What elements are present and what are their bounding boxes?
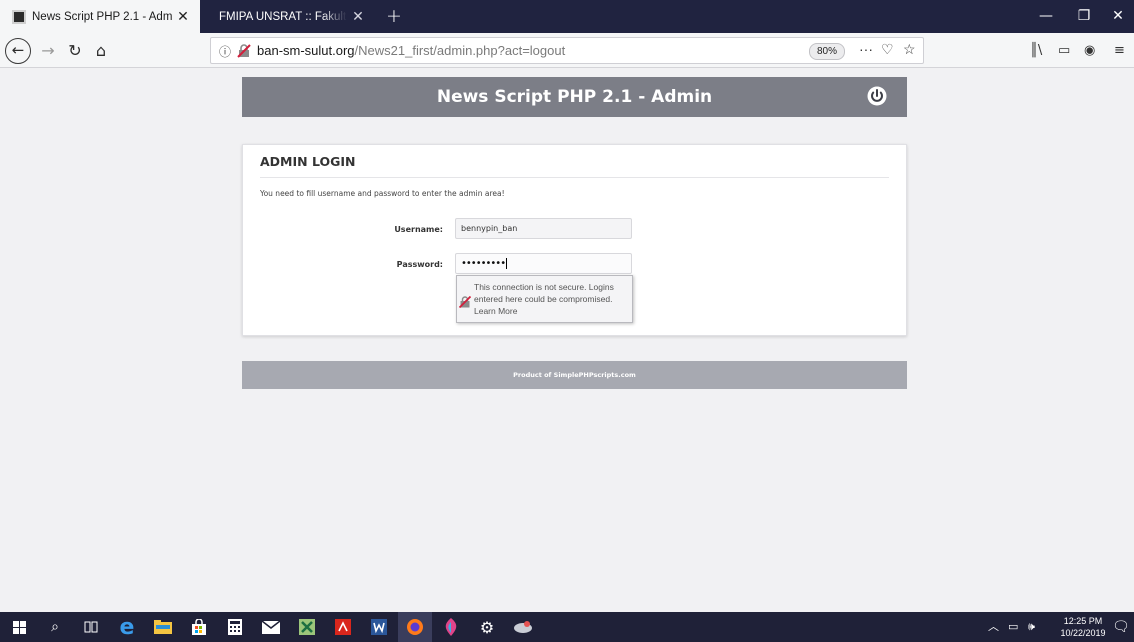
- login-instructions: You need to fill username and password t…: [260, 189, 505, 198]
- tab-title: News Script PHP 2.1 - Admin: [32, 10, 172, 23]
- snipping-tool-icon[interactable]: [506, 612, 540, 642]
- firefox-icon[interactable]: [398, 612, 432, 642]
- search-icon[interactable]: ⌕: [38, 612, 72, 642]
- settings-gear-icon[interactable]: ⚙: [470, 612, 504, 642]
- admin-header-bar: News Script PHP 2.1 - Admin: [242, 77, 907, 117]
- page-info-icon[interactable]: ⓘ: [219, 43, 231, 60]
- forward-button[interactable]: →: [38, 33, 58, 68]
- password-input[interactable]: •••••••••: [455, 253, 632, 274]
- tab-news-script-admin[interactable]: News Script PHP 2.1 - Admin ✕: [0, 0, 200, 33]
- password-label: Password:: [396, 260, 443, 269]
- sidebar-icon[interactable]: ▭: [1058, 33, 1070, 68]
- close-tab-icon[interactable]: ✕: [172, 9, 194, 25]
- footer-credit-link[interactable]: Product of SimplePHPscripts.com: [242, 361, 907, 389]
- close-tab-icon[interactable]: ✕: [347, 9, 369, 25]
- task-view-icon[interactable]: [74, 612, 108, 642]
- edge-browser-icon[interactable]: e: [110, 612, 144, 642]
- paint-3d-icon[interactable]: [434, 612, 468, 642]
- action-center-icon[interactable]: 🗨: [1112, 612, 1130, 642]
- text-caret: [506, 258, 508, 269]
- insecure-lock-icon: [459, 296, 471, 308]
- mail-icon[interactable]: [254, 612, 288, 642]
- reload-button[interactable]: ↻: [64, 33, 86, 68]
- acrobat-reader-icon[interactable]: [326, 612, 360, 642]
- page-content: News Script PHP 2.1 - Admin ADMIN LOGIN …: [0, 69, 1134, 612]
- browser-navigation-bar: ← → ↻ ⌂ ⓘ ban-sm-sulut.org/News21_first/…: [0, 33, 1134, 68]
- url-text[interactable]: ban-sm-sulut.org/News21_first/admin.php?…: [257, 43, 565, 58]
- divider: [260, 177, 889, 178]
- url-bar[interactable]: ⓘ ban-sm-sulut.org/News21_first/admin.ph…: [210, 37, 924, 64]
- clock[interactable]: 12:25 PM 10/22/2019: [1060, 615, 1106, 639]
- username-input[interactable]: bennypin_ban: [455, 218, 632, 239]
- tab-fmipa-unsrat[interactable]: FMIPA UNSRAT :: Fakultas MIPA ✕: [205, 0, 375, 33]
- volume-icon[interactable]: 🕪: [1028, 612, 1035, 642]
- site-favicon-icon: [12, 9, 26, 24]
- word-icon[interactable]: [362, 612, 396, 642]
- insecure-lock-icon[interactable]: [237, 44, 251, 58]
- page-title: News Script PHP 2.1 - Admin: [436, 87, 713, 107]
- account-icon[interactable]: ◉: [1084, 33, 1095, 68]
- store-icon[interactable]: [182, 612, 216, 642]
- tab-title: FMIPA UNSRAT :: Fakultas MIPA: [219, 10, 347, 23]
- login-heading: ADMIN LOGIN: [260, 154, 356, 169]
- pocket-icon[interactable]: ♡: [881, 41, 894, 58]
- page-actions-icon[interactable]: ···: [859, 41, 873, 57]
- library-icon[interactable]: ║\: [1030, 33, 1042, 68]
- clock-time: 12:25 PM: [1063, 616, 1103, 626]
- menu-icon[interactable]: ≡: [1114, 33, 1125, 68]
- new-tab-button[interactable]: +: [386, 0, 402, 33]
- clock-date: 10/22/2019: [1060, 628, 1106, 638]
- back-button[interactable]: ←: [5, 38, 31, 64]
- windows-taskbar: ⌕ e ⚙ ︿ ▭ 🕪 12:25 PM 10/22/2019 🗨: [0, 612, 1134, 642]
- bookmark-star-icon[interactable]: ☆: [903, 41, 916, 58]
- username-label: Username:: [394, 225, 443, 234]
- insecure-warning-text: This connection is not secure. Logins en…: [474, 282, 614, 316]
- windows-start-icon[interactable]: [2, 612, 36, 642]
- file-explorer-icon[interactable]: [146, 612, 180, 642]
- zoom-level-badge[interactable]: 80%: [809, 43, 845, 60]
- excel-icon[interactable]: [290, 612, 324, 642]
- close-window-button[interactable]: ✕: [1096, 0, 1134, 33]
- footer-bar: Product of SimplePHPscripts.com: [242, 361, 907, 389]
- network-icon[interactable]: ▭: [1008, 612, 1018, 642]
- logout-power-icon[interactable]: [867, 86, 887, 106]
- show-hidden-icons-chevron-icon[interactable]: ︿: [988, 612, 999, 642]
- home-button[interactable]: ⌂: [90, 33, 112, 68]
- calculator-icon[interactable]: [218, 612, 252, 642]
- insecure-login-warning-tooltip: This connection is not secure. Logins en…: [456, 275, 633, 323]
- admin-login-card: ADMIN LOGIN You need to fill username an…: [242, 144, 907, 336]
- browser-tab-strip: News Script PHP 2.1 - Admin ✕ FMIPA UNSR…: [0, 0, 1134, 33]
